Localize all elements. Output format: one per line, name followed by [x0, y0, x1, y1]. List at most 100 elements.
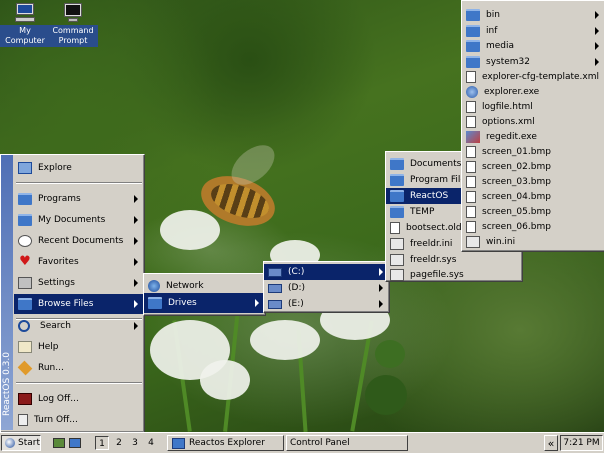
start-item-search[interactable]: Search — [14, 316, 144, 336]
turn-off-icon — [18, 414, 28, 426]
drives-folder-icon — [148, 297, 162, 309]
file-icon — [466, 70, 476, 83]
workspace-2[interactable]: 2 — [112, 436, 126, 450]
command-prompt-desktop-icon[interactable]: Command Prompt — [48, 3, 98, 47]
start-menu-items: Explore Programs My Documents Recent Doc… — [14, 155, 144, 432]
submenu-arrow-icon — [134, 322, 138, 330]
tray-expand-button[interactable]: « — [544, 435, 558, 451]
reactos-item-screen05[interactable]: screen_05.bmp — [462, 204, 604, 219]
submenu-arrow-icon — [255, 299, 259, 307]
command-prompt-icon — [62, 3, 84, 23]
start-menu-sidebar: ReactOS 0.3.0 — [1, 155, 13, 430]
submenu-arrow-icon — [595, 58, 599, 66]
documents-folder-icon — [18, 214, 32, 226]
workspace-4[interactable]: 4 — [144, 436, 158, 450]
separator — [16, 182, 142, 184]
c-item-pagefile-sys[interactable]: pagefile.sys — [386, 268, 522, 282]
settings-icon — [18, 277, 32, 289]
folder-icon — [466, 55, 480, 68]
folder-icon — [390, 158, 404, 170]
taskbar: Start 1 2 3 4 Reactos Explorer Control P… — [0, 432, 604, 453]
file-icon — [466, 220, 476, 233]
drive-icon — [268, 283, 282, 293]
browse-files-icon — [18, 298, 32, 310]
reactos-item-explorer-exe[interactable]: explorer.exe — [462, 84, 604, 99]
reactos-item-media[interactable]: media — [462, 38, 604, 53]
file-icon — [466, 160, 476, 173]
network-icon — [148, 280, 160, 292]
start-item-programs[interactable]: Programs — [14, 189, 144, 209]
start-item-browse-files[interactable]: Browse Files — [14, 294, 144, 314]
reactos-item-system32[interactable]: system32 — [462, 54, 604, 69]
submenu-arrow-icon — [595, 42, 599, 50]
reactos-item-options[interactable]: options.xml — [462, 114, 604, 129]
start-item-settings[interactable]: Settings — [14, 273, 144, 293]
start-item-log-off[interactable]: Log Off... — [14, 389, 144, 409]
start-item-help[interactable]: Help — [14, 337, 144, 357]
reactos-item-screen01[interactable]: screen_01.bmp — [462, 144, 604, 159]
browse-files-menu: Network Drives — [143, 273, 266, 316]
file-icon — [466, 190, 476, 203]
reactos-logo-icon — [5, 438, 15, 448]
clock[interactable]: 7:21 PM — [560, 435, 603, 451]
submenu-arrow-icon — [134, 237, 138, 245]
folder-icon — [390, 190, 404, 202]
system-file-icon — [390, 254, 404, 266]
folder-icon — [466, 24, 480, 37]
programs-folder-icon — [18, 193, 32, 205]
reactos-item-screen02[interactable]: screen_02.bmp — [462, 159, 604, 174]
submenu-arrow-icon — [595, 11, 599, 19]
task-reactos-explorer[interactable]: Reactos Explorer — [167, 435, 284, 451]
submenu-arrow-icon — [134, 279, 138, 287]
drive-icon — [268, 299, 282, 309]
explorer-exe-icon — [466, 85, 478, 98]
drive-item-e[interactable]: (E:) — [264, 296, 389, 312]
reactos-item-win-ini[interactable]: win.ini — [462, 234, 604, 249]
task-control-panel[interactable]: Control Panel — [286, 435, 408, 451]
quick-launch-explorer-button[interactable] — [68, 435, 82, 451]
reactos-item-logfile[interactable]: logfile.html — [462, 99, 604, 114]
favorites-heart-icon: ♥ — [19, 254, 31, 269]
reactos-item-explorer-cfg[interactable]: explorer-cfg-template.xml — [462, 69, 604, 84]
reactos-item-screen03[interactable]: screen_03.bmp — [462, 174, 604, 189]
command-prompt-label: Command Prompt — [48, 25, 98, 47]
reactos-item-screen04[interactable]: screen_04.bmp — [462, 189, 604, 204]
folder-icon — [390, 174, 404, 186]
start-item-explore[interactable]: Explore — [14, 158, 144, 178]
start-item-recent-documents[interactable]: Recent Documents — [14, 231, 144, 251]
start-button[interactable]: Start — [1, 435, 41, 451]
reactos-item-regedit[interactable]: regedit.exe — [462, 129, 604, 144]
submenu-arrow-icon — [379, 300, 383, 308]
submenu-arrow-icon — [134, 216, 138, 224]
start-item-turn-off[interactable]: Turn Off... — [14, 410, 144, 430]
drive-item-d[interactable]: (D:) — [264, 280, 389, 296]
reactos-item-screen06[interactable]: screen_06.bmp — [462, 219, 604, 234]
regedit-icon — [466, 130, 480, 143]
browse-item-drives[interactable]: Drives — [144, 293, 265, 313]
start-item-favorites[interactable]: ♥ Favorites — [14, 252, 144, 272]
c-item-freeldr-sys[interactable]: freeldr.sys — [386, 252, 522, 268]
folder-icon — [466, 39, 480, 52]
show-desktop-button[interactable] — [52, 435, 66, 451]
my-computer-label: My Computer — [0, 25, 50, 47]
run-icon — [17, 360, 33, 376]
start-item-my-documents[interactable]: My Documents — [14, 210, 144, 230]
submenu-arrow-icon — [379, 268, 383, 276]
help-icon — [18, 341, 32, 353]
start-item-run[interactable]: Run... — [14, 358, 144, 378]
submenu-arrow-icon — [379, 284, 383, 292]
desktop-icon — [53, 438, 65, 448]
my-computer-desktop-icon[interactable]: My Computer — [0, 3, 50, 47]
submenu-arrow-icon — [134, 300, 138, 308]
workspace-1[interactable]: 1 — [95, 436, 109, 450]
file-icon — [390, 222, 400, 234]
file-icon — [466, 145, 476, 158]
submenu-arrow-icon — [134, 195, 138, 203]
workspace-3[interactable]: 3 — [128, 436, 142, 450]
drives-menu: (C:) (D:) (E:) — [263, 261, 390, 313]
reactos-item-inf[interactable]: inf — [462, 23, 604, 38]
reactos-item-bin[interactable]: bin — [462, 7, 604, 22]
reactos-folder-menu: bin inf media system32 explorer-cfg-temp… — [461, 0, 604, 252]
submenu-arrow-icon — [595, 27, 599, 35]
drive-item-c[interactable]: (C:) — [264, 264, 389, 280]
